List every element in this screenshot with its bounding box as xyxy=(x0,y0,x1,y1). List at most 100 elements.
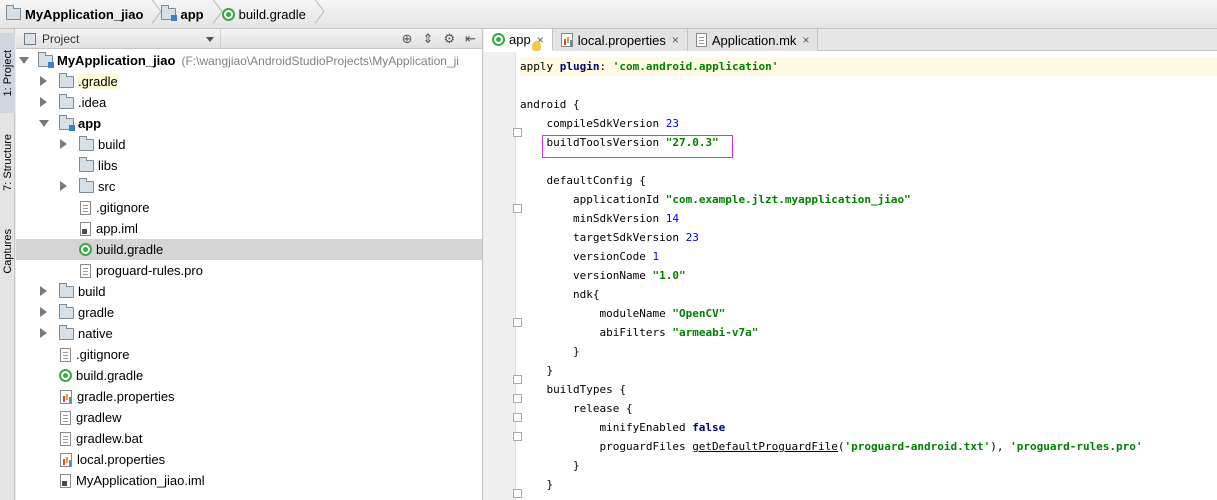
module-folder-icon xyxy=(59,114,75,131)
gradle-icon xyxy=(221,7,235,21)
tree-item-native[interactable]: native xyxy=(16,323,482,344)
gradle-icon xyxy=(492,33,505,46)
breadcrumb-build-gradle[interactable]: build.gradle xyxy=(218,0,310,29)
tree-item-gradle-properties[interactable]: gradle.properties xyxy=(16,386,482,407)
code-line: } xyxy=(520,459,580,472)
gradle-icon xyxy=(59,369,72,382)
tree-item-project-iml[interactable]: MyApplication_jiao.iml xyxy=(16,470,482,491)
tree-item-build-gradle[interactable]: build.gradle xyxy=(16,365,482,386)
tree-item-app-gitignore[interactable]: .gitignore xyxy=(16,197,482,218)
code-line: compileSdkVersion 23 xyxy=(520,117,679,130)
properties-icon xyxy=(560,33,573,47)
tree-item-app-iml[interactable]: app.iml xyxy=(16,218,482,239)
code-line: moduleName "OpenCV" xyxy=(520,307,726,320)
chevron-right-icon[interactable] xyxy=(60,181,67,191)
gradle-icon xyxy=(79,243,92,256)
tree-item-gradlew-bat[interactable]: gradlew.bat xyxy=(16,428,482,449)
chevron-right-icon[interactable] xyxy=(40,307,47,317)
code-line: versionCode 1 xyxy=(520,250,660,263)
code-editor[interactable]: apply plugin: 'com.android.application' … xyxy=(520,52,1217,500)
chevron-right-icon[interactable] xyxy=(40,76,47,86)
code-line: applicationId "com.example.jlzt.myapplic… xyxy=(520,193,911,206)
folder-icon xyxy=(59,303,74,319)
file-icon xyxy=(60,347,71,362)
tree-item-local-properties[interactable]: local.properties xyxy=(16,449,482,470)
file-icon xyxy=(60,410,71,425)
breadcrumb-project[interactable]: MyApplication_jiao xyxy=(2,0,147,29)
code-line: minSdkVersion 14 xyxy=(520,212,679,225)
code-line: } xyxy=(520,364,554,377)
lightbulb-icon[interactable] xyxy=(532,41,541,51)
code-line: minifyEnabled false xyxy=(520,421,726,434)
tree-item-app[interactable]: app xyxy=(16,113,482,134)
chevron-down-icon[interactable] xyxy=(19,57,29,64)
tab-local-properties[interactable]: local.properties × xyxy=(552,29,688,51)
chevron-down-icon[interactable] xyxy=(39,120,49,127)
breadcrumb-separator xyxy=(208,0,218,29)
locate-icon[interactable]: ⊕ xyxy=(402,29,413,49)
project-panel: Project ⊕ ⇕ ⚙ ⇤ MyApplication_jiao (F:\w… xyxy=(16,28,483,500)
editor-gutter xyxy=(484,52,522,500)
code-line: buildTypes { xyxy=(520,383,626,396)
code-line: versionName "1.0" xyxy=(520,269,686,282)
tree-item-libs[interactable]: libs xyxy=(16,155,482,176)
breadcrumb-separator xyxy=(147,0,157,29)
folder-icon xyxy=(6,5,21,20)
editor-tabs: app × local.properties × Application.mk … xyxy=(484,29,1217,51)
collapse-all-icon[interactable]: ⇕ xyxy=(423,29,434,49)
panel-toolbar: ⊕ ⇕ ⚙ ⇤ xyxy=(402,29,476,49)
project-view-dropdown[interactable]: Project xyxy=(16,28,221,49)
tree-item-idea[interactable]: .idea xyxy=(16,92,482,113)
tree-item-build[interactable]: build xyxy=(16,281,482,302)
gear-icon[interactable]: ⚙ xyxy=(443,29,455,49)
code-line: abiFilters "armeabi-v7a" xyxy=(520,326,759,339)
tool-tab-captures[interactable]: Captures xyxy=(0,215,15,287)
code-line: proguardFiles getDefaultProguardFile('pr… xyxy=(520,440,1143,453)
code-line: defaultConfig { xyxy=(520,174,646,187)
properties-icon xyxy=(60,389,72,404)
file-icon xyxy=(80,263,91,278)
code-line: } xyxy=(520,345,580,358)
hide-panel-icon[interactable]: ⇤ xyxy=(465,29,476,49)
tool-window-strip: 1: Project 7: Structure Captures xyxy=(0,29,15,500)
breadcrumb-app[interactable]: app xyxy=(157,0,207,29)
folder-icon xyxy=(59,282,74,298)
close-icon[interactable]: × xyxy=(672,33,679,47)
tab-application-mk[interactable]: Application.mk × xyxy=(687,29,819,51)
tree-item-gradle[interactable]: gradle xyxy=(16,302,482,323)
folder-icon xyxy=(79,177,94,193)
module-folder-icon xyxy=(161,5,178,21)
code-line: } xyxy=(520,478,554,491)
tree-item-proguard-rules[interactable]: proguard-rules.pro xyxy=(16,260,482,281)
tool-tab-project[interactable]: 1: Project xyxy=(0,33,15,113)
tab-app[interactable]: app × xyxy=(484,29,553,51)
folder-icon xyxy=(59,93,74,109)
editor-area: app × local.properties × Application.mk … xyxy=(484,29,1217,500)
code-line: release { xyxy=(520,402,633,415)
iml-icon xyxy=(60,473,71,488)
tree-item-project-root[interactable]: MyApplication_jiao (F:\wangjiao\AndroidS… xyxy=(16,50,482,71)
folder-icon xyxy=(79,156,94,172)
tree-item-src[interactable]: src xyxy=(16,176,482,197)
tree-item-gradlew[interactable]: gradlew xyxy=(16,407,482,428)
chevron-right-icon[interactable] xyxy=(60,139,67,149)
tool-tab-structure[interactable]: 7: Structure xyxy=(0,117,15,207)
close-icon[interactable]: × xyxy=(802,33,809,47)
iml-icon xyxy=(80,221,91,236)
chevron-right-icon[interactable] xyxy=(40,97,47,107)
chevron-right-icon[interactable] xyxy=(40,286,47,296)
properties-icon xyxy=(60,452,72,467)
tree-item-gitignore[interactable]: .gitignore xyxy=(16,344,482,365)
code-line: apply plugin: 'com.android.application' xyxy=(520,60,779,73)
code-line: android { xyxy=(520,98,580,111)
navigation-bar: MyApplication_jiao app build.gradle xyxy=(0,0,1217,29)
project-view-icon xyxy=(24,32,36,45)
tree-item-app-build-gradle[interactable]: build.gradle xyxy=(16,239,482,260)
tree-item-gradle-dir[interactable]: .gradle xyxy=(16,71,482,92)
file-icon xyxy=(80,200,91,215)
project-panel-header: Project ⊕ ⇕ ⚙ ⇤ xyxy=(16,28,482,49)
breadcrumb-separator xyxy=(310,0,320,29)
chevron-down-icon xyxy=(206,36,214,42)
chevron-right-icon[interactable] xyxy=(40,328,47,338)
tree-item-app-build[interactable]: build xyxy=(16,134,482,155)
